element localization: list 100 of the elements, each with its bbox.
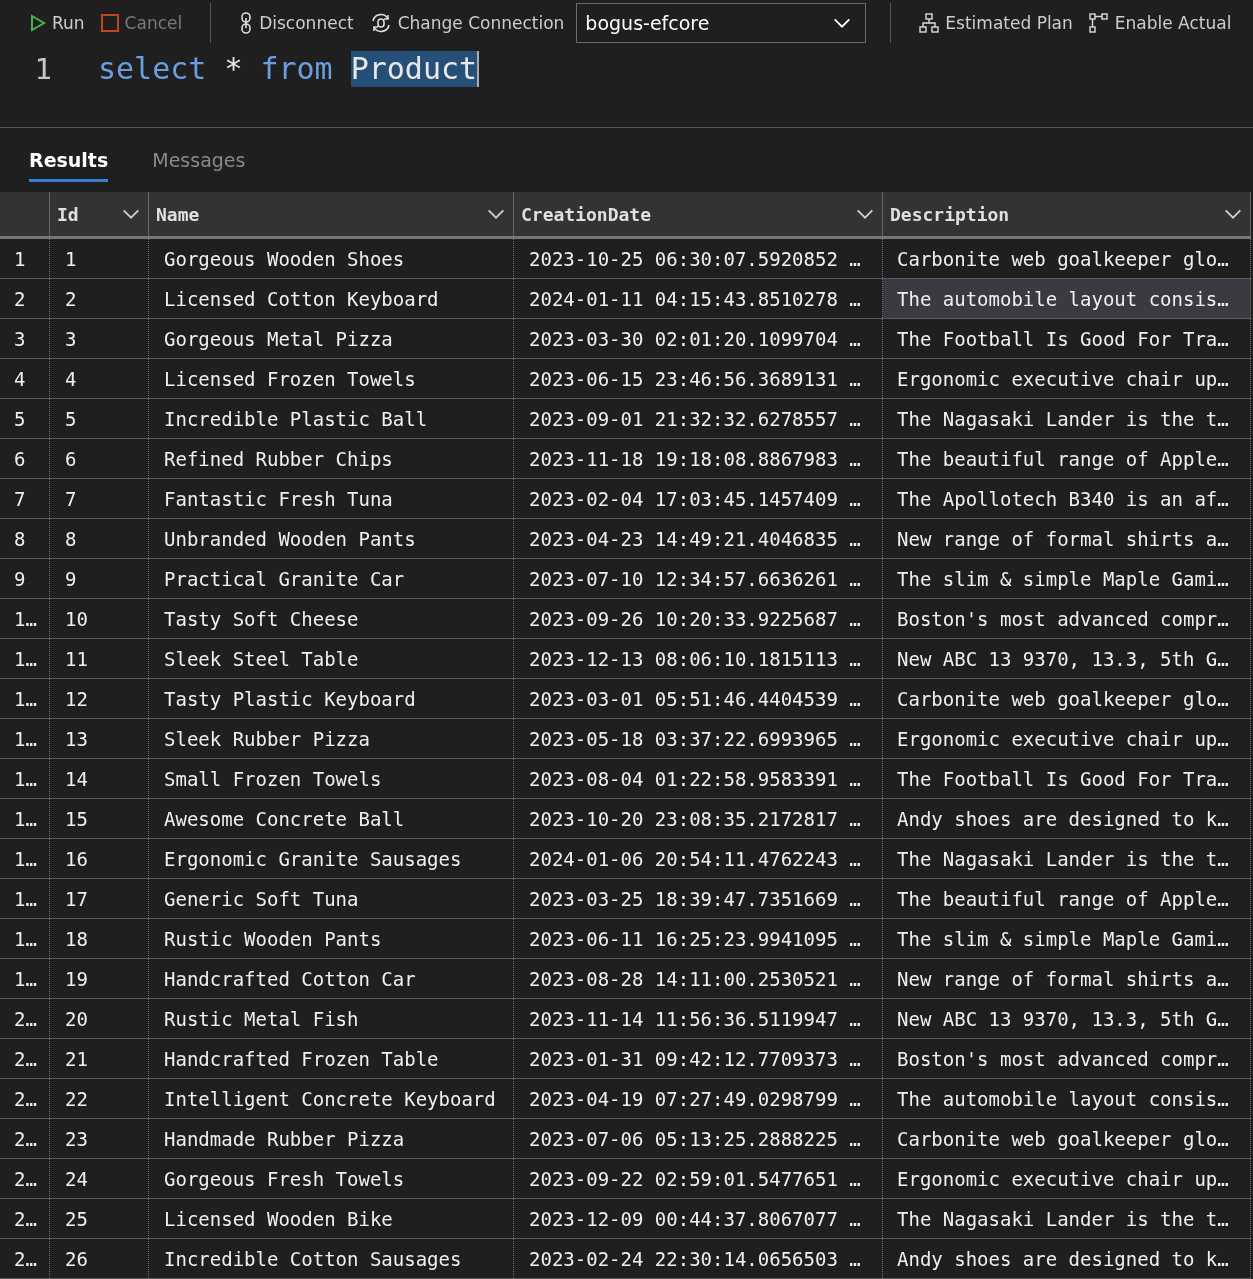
row-number: 1… <box>0 959 50 998</box>
line-number: 1 <box>33 50 53 87</box>
table-cell: 26 <box>50 1239 149 1278</box>
table-cell: 10 <box>50 599 149 638</box>
row-number: 2… <box>0 999 50 1038</box>
table-cell: 20 <box>50 999 149 1038</box>
run-button[interactable]: Run <box>26 11 89 36</box>
table-cell: 7 <box>50 479 149 518</box>
table-cell: 2023-07-10 12:34:57.6636261 … <box>514 559 883 598</box>
table-cell: Awesome Concrete Ball <box>149 799 514 838</box>
table-cell: 2023-09-22 02:59:01.5477651 … <box>514 1159 883 1198</box>
table-cell: Andy shoes are designed to k… <box>883 1239 1251 1278</box>
row-number: 1… <box>0 719 50 758</box>
table-cell: Carbonite web goalkeeper glo… <box>883 239 1251 278</box>
table-cell: Licensed Cotton Keyboard <box>149 279 514 318</box>
table-cell: 2023-03-25 18:39:47.7351669 … <box>514 879 883 918</box>
row-number: 2… <box>0 1079 50 1118</box>
table-cell: Tasty Plastic Keyboard <box>149 679 514 718</box>
column-header[interactable]: Description <box>883 192 1251 236</box>
estimated-plan-button[interactable]: Estimated Plan <box>915 11 1077 36</box>
table-cell: 14 <box>50 759 149 798</box>
row-number: 7 <box>0 479 50 518</box>
table-cell: 2023-09-26 10:20:33.9225687 … <box>514 599 883 638</box>
column-header[interactable]: Id <box>50 192 149 236</box>
cancel-button[interactable]: Cancel <box>96 11 187 36</box>
tab[interactable]: Messages <box>152 149 246 182</box>
table-cell: 2023-03-01 05:51:46.4404539 … <box>514 679 883 718</box>
table-cell: Small Frozen Towels <box>149 759 514 798</box>
hierarchy-icon <box>919 13 940 34</box>
table-cell: Ergonomic executive chair up… <box>883 719 1251 758</box>
table-cell: 19 <box>50 959 149 998</box>
tab[interactable]: Results <box>29 149 109 182</box>
table-cell: Carbonite web goalkeeper glo… <box>883 1119 1251 1158</box>
column-header[interactable]: Name <box>149 192 514 236</box>
table-cell: Incredible Cotton Sausages <box>149 1239 514 1278</box>
table-cell: 9 <box>50 559 149 598</box>
row-number: 2… <box>0 1239 50 1278</box>
table-cell: Sleek Steel Table <box>149 639 514 678</box>
table-cell: 2023-08-28 14:11:00.2530521 … <box>514 959 883 998</box>
table-cell: New ABC 13 9370, 13.3, 5th G… <box>883 639 1251 678</box>
row-number: 1… <box>0 759 50 798</box>
refresh-icon <box>369 12 392 35</box>
table-cell: Ergonomic executive chair up… <box>883 359 1251 398</box>
table-cell: 11 <box>50 639 149 678</box>
row-number: 8 <box>0 519 50 558</box>
table-cell: 2023-11-14 11:56:36.5119947 … <box>514 999 883 1038</box>
table-cell: The Apollotech B340 is an af… <box>883 479 1251 518</box>
column-title: CreationDate <box>521 203 652 225</box>
table-cell: The slim & simple Maple Gami… <box>883 559 1251 598</box>
table-cell: 2023-11-18 19:18:08.8867983 … <box>514 439 883 478</box>
table-cell: 25 <box>50 1199 149 1238</box>
row-number: 9 <box>0 559 50 598</box>
table-cell: 22 <box>50 1079 149 1118</box>
table-cell: 8 <box>50 519 149 558</box>
table-cell: 2023-10-25 06:30:07.5920852 … <box>514 239 883 278</box>
table-cell: Sleek Rubber Pizza <box>149 719 514 758</box>
table-cell: Carbonite web goalkeeper glo… <box>883 679 1251 718</box>
table-cell: 2023-01-31 09:42:12.7709373 … <box>514 1039 883 1078</box>
table-cell: 2023-06-15 23:46:56.3689131 … <box>514 359 883 398</box>
table-cell: 2023-12-09 00:44:37.8067077 … <box>514 1199 883 1238</box>
change-connection-button[interactable]: Change Connection <box>365 10 569 37</box>
row-number: 2… <box>0 1039 50 1078</box>
table-cell: Licensed Frozen Towels <box>149 359 514 398</box>
column-title: Name <box>156 203 200 225</box>
database-dropdown[interactable]: bogus-efcore <box>576 3 867 44</box>
table-cell: 2 <box>50 279 149 318</box>
table-cell: 2023-05-18 03:37:22.6993965 … <box>514 719 883 758</box>
table-cell: 23 <box>50 1119 149 1158</box>
row-number: 1… <box>0 599 50 638</box>
table-cell: The Nagasaki Lander is the t… <box>883 839 1251 878</box>
enable-actual-button[interactable]: Enable Actual <box>1084 11 1236 36</box>
code-line[interactable]: select * from Product <box>98 50 480 87</box>
table-cell: 2023-10-20 23:08:35.2172817 … <box>514 799 883 838</box>
table-cell: The slim & simple Maple Gami… <box>883 919 1251 958</box>
column-header[interactable]: CreationDate <box>514 192 883 236</box>
table-cell: 2023-12-13 08:06:10.1815113 … <box>514 639 883 678</box>
row-number: 2 <box>0 279 50 318</box>
table-cell: 15 <box>50 799 149 838</box>
table-cell: 2023-06-11 16:25:23.9941095 … <box>514 919 883 958</box>
table-cell: Rustic Metal Fish <box>149 999 514 1038</box>
row-number: 1… <box>0 639 50 678</box>
table-cell: The Football Is Good For Tra… <box>883 319 1251 358</box>
table-cell: The automobile layout consis… <box>883 1079 1251 1118</box>
table-cell: Licensed Wooden Bike <box>149 1199 514 1238</box>
table-cell: Ergonomic executive chair up… <box>883 1159 1251 1198</box>
table-cell: 21 <box>50 1039 149 1078</box>
disconnect-button[interactable]: Disconnect <box>235 10 358 37</box>
table-cell: 2024-01-06 20:54:11.4762243 … <box>514 839 883 878</box>
table-cell: New ABC 13 9370, 13.3, 5th G… <box>883 999 1251 1038</box>
table-cell: 2023-02-24 22:30:14.0656503 … <box>514 1239 883 1278</box>
table-cell: Gorgeous Fresh Towels <box>149 1159 514 1198</box>
table-cell: Handcrafted Cotton Car <box>149 959 514 998</box>
column-title: Description <box>890 203 1010 225</box>
table-cell: Boston's most advanced compr… <box>883 599 1251 638</box>
row-number: 1… <box>0 679 50 718</box>
row-number: 1 <box>0 239 50 278</box>
table-cell: Refined Rubber Chips <box>149 439 514 478</box>
table-cell: 2023-03-30 02:01:20.1099704 … <box>514 319 883 358</box>
table-cell: Andy shoes are designed to k… <box>883 799 1251 838</box>
stop-icon <box>100 14 119 33</box>
